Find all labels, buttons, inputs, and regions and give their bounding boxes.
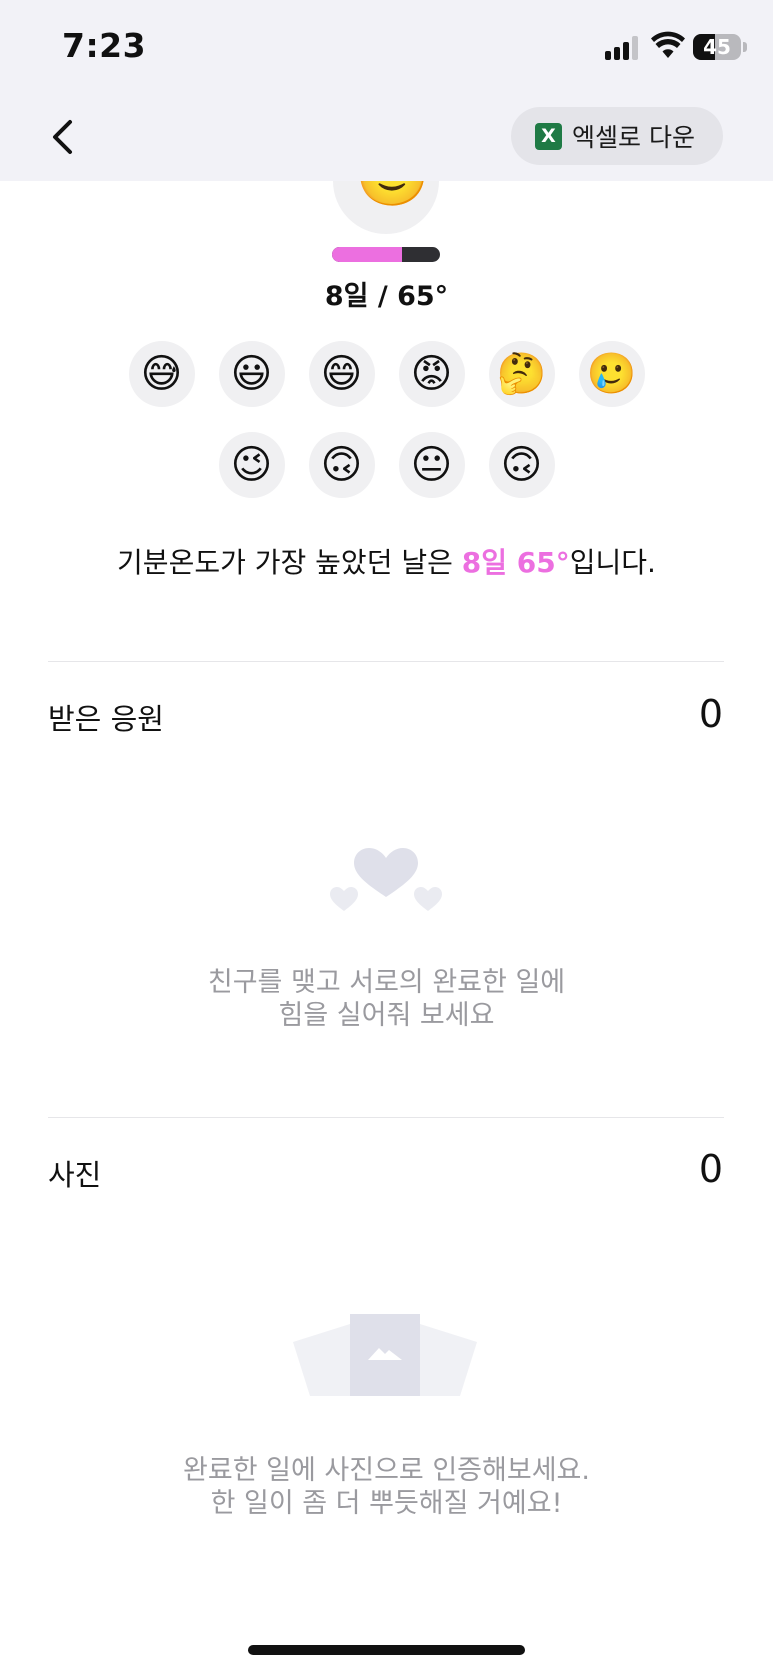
highest-value: 8일 65°	[461, 546, 570, 579]
back-chevron-icon[interactable]	[44, 112, 88, 162]
mood-temperature-bar	[332, 247, 440, 262]
emoji-grin[interactable]: 😄	[308, 341, 375, 407]
excel-download-button[interactable]: X 엑셀로 다운	[511, 107, 723, 165]
highest-mood-sentence: 기분온도가 가장 높았던 날은 8일 65°입니다.	[0, 541, 773, 581]
photos-title: 사진	[48, 1158, 102, 1192]
photos-empty-message: 완료한 일에 사진으로 인증해보세요. 한 일이 좀 더 뿌듯해질 거예요!	[0, 1454, 773, 1520]
divider	[48, 1117, 724, 1118]
hearts-icon	[330, 848, 442, 911]
excel-download-label: 엑셀로 다운	[572, 123, 695, 152]
wifi-icon	[651, 31, 685, 58]
emoji-wink[interactable]: 😉	[218, 432, 285, 498]
mood-temperature-fill	[332, 247, 403, 262]
emoji-angry[interactable]: 😡	[398, 341, 465, 407]
emoji-smiley[interactable]: 😃	[218, 341, 285, 407]
emoji-upside-down[interactable]: 🙃	[308, 432, 375, 498]
home-indicator[interactable]	[248, 1645, 525, 1655]
battery-level: 45	[703, 35, 731, 59]
status-time: 7:23	[62, 26, 147, 65]
emoji-sweat-smile[interactable]: 😅	[128, 341, 195, 407]
nav-bar: X 엑셀로 다운	[0, 92, 773, 181]
status-bar: 7:23 45	[0, 0, 773, 92]
emoji-neutral[interactable]: 😐	[398, 432, 465, 498]
photos-empty-line-1: 완료한 일에 사진으로 인증해보세요.	[183, 1455, 590, 1486]
emoji-row-2: 😉 🙃 😐 🙃	[0, 432, 773, 498]
divider	[48, 661, 724, 662]
cellular-signal-icon	[605, 36, 641, 60]
emoji-upside-down-2[interactable]: 🙃	[488, 432, 555, 498]
photos-count: 0	[698, 1147, 723, 1191]
cheers-empty-line-2: 힘을 실어줘 보세요	[278, 1000, 495, 1031]
emoji-row-1: 😅 😃 😄 😡 🤔 🥲	[0, 341, 773, 407]
highest-prefix: 기분온도가 가장 높았던 날은	[117, 546, 462, 579]
mood-temperature-summary: 8일 / 65°	[324, 281, 449, 312]
cheers-empty-line-1: 친구를 맺고 서로의 완료한 일에	[207, 967, 566, 998]
emoji-holding-tears[interactable]: 🥲	[578, 341, 645, 407]
cheers-count: 0	[698, 692, 723, 736]
battery-tip	[743, 42, 747, 52]
emoji-thinking[interactable]: 🤔	[488, 341, 555, 407]
photo-icon	[293, 1314, 477, 1396]
excel-icon: X	[535, 122, 562, 150]
photos-empty-line-2: 한 일이 좀 더 뿌듯해질 거예요!	[210, 1488, 563, 1519]
battery-icon: 45	[693, 34, 741, 60]
cheers-title: 받은 응원	[48, 702, 164, 736]
cheers-empty-message: 친구를 맺고 서로의 완료한 일에 힘을 실어줘 보세요	[0, 966, 773, 1032]
highest-suffix: 입니다.	[569, 546, 656, 579]
emoji-grid: 😅 😃 😄 😡 🤔 🥲 😉 🙃 😐 🙃	[0, 341, 773, 523]
